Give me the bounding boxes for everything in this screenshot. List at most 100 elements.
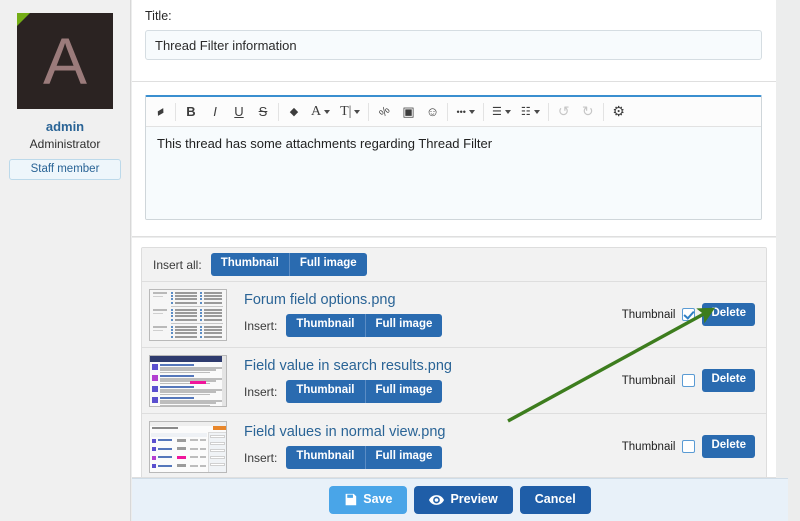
- insert-button-group: ThumbnailFull image: [286, 380, 442, 403]
- insert-label: Insert:: [244, 319, 277, 333]
- attachment-details: Field value in search results.png Insert:…: [227, 358, 622, 403]
- author-username[interactable]: admin: [0, 119, 130, 134]
- avatar[interactable]: A: [17, 13, 113, 109]
- attachment-filename-link[interactable]: Field values in normal view.png: [244, 424, 622, 440]
- insert-thumbnail-button[interactable]: Thumbnail: [286, 380, 364, 403]
- font-family-icon[interactable]: A: [306, 98, 335, 126]
- thumbnail-checkbox-label: Thumbnail: [622, 441, 676, 453]
- chevron-down-icon: [324, 110, 330, 114]
- insert-label: Insert:: [244, 451, 277, 465]
- insert-all-label: Insert all:: [153, 258, 202, 272]
- preview-button-label: Preview: [450, 493, 497, 506]
- toolbar-separator: [603, 103, 604, 121]
- title-panel: Title:: [132, 0, 776, 82]
- delete-attachment-button[interactable]: Delete: [702, 303, 755, 326]
- staff-member-badge: Staff member: [9, 159, 121, 180]
- smiley-icon[interactable]: ☺: [420, 98, 444, 126]
- save-disk-icon: [344, 493, 357, 506]
- toolbar-separator: [278, 103, 279, 121]
- image-icon[interactable]: ▣: [396, 98, 420, 126]
- attachment-details: Forum field options.png Insert: ThumbnailF…: [227, 292, 622, 337]
- gear-icon[interactable]: ⚙: [607, 98, 631, 126]
- attachment-insert-controls: Insert: ThumbnailFull image: [244, 446, 622, 469]
- chevron-down-icon: [534, 110, 540, 114]
- thumbnail-checkbox[interactable]: [682, 440, 695, 453]
- toolbar-separator: [483, 103, 484, 121]
- underline-icon[interactable]: U: [227, 98, 251, 126]
- insert-all-button-group: Thumbnail Full image: [211, 253, 367, 276]
- attachments-list: Insert all: Thumbnail Full image Forum f…: [141, 247, 767, 478]
- chevron-down-icon: [354, 110, 360, 114]
- eye-icon: [429, 494, 444, 506]
- save-button-label: Save: [363, 493, 392, 506]
- strikethrough-icon[interactable]: S: [251, 98, 275, 126]
- font-size-icon[interactable]: T|: [335, 98, 365, 126]
- attachment-actions: ThumbnailDelete: [622, 303, 755, 326]
- thumbnail-checkbox-label: Thumbnail: [622, 375, 676, 387]
- chevron-down-icon: [469, 110, 475, 114]
- title-label: Title:: [145, 9, 762, 23]
- online-status-corner-icon: [17, 13, 30, 26]
- bold-icon[interactable]: B: [179, 98, 203, 126]
- thumbnail-image: [150, 290, 226, 340]
- thumbnail-image: [150, 356, 226, 406]
- attachment-thumbnail-preview[interactable]: [149, 421, 227, 473]
- more-options-icon[interactable]: •••: [451, 98, 479, 126]
- editor-toolbar: ▰BIUS◆AT|%▣☺•••☰☷↺↻⚙: [146, 97, 761, 127]
- insert-thumbnail-button[interactable]: Thumbnail: [286, 446, 364, 469]
- chevron-down-icon: [505, 110, 511, 114]
- attachment-actions: Thumbnail Delete: [622, 435, 755, 458]
- preview-button[interactable]: Preview: [414, 486, 512, 514]
- post-main-column: Title: ▰BIUS◆AT|%▣☺•••☰☷↺↻⚙ This thread …: [132, 0, 788, 521]
- thumbnail-image: [150, 422, 226, 472]
- attachment-insert-controls: Insert: ThumbnailFull image: [244, 380, 622, 403]
- insert-all-full-image-button[interactable]: Full image: [289, 253, 367, 276]
- insert-button-group: ThumbnailFull image: [286, 314, 442, 337]
- insert-full-image-button[interactable]: Full image: [365, 380, 443, 403]
- avatar-letter: A: [17, 13, 113, 109]
- attachments-panel: Insert all: Thumbnail Full image Forum f…: [132, 238, 776, 478]
- link-icon[interactable]: %: [372, 98, 396, 126]
- form-footer: Save Preview Cancel: [132, 478, 788, 521]
- undo-icon: ↺: [552, 98, 576, 126]
- cancel-button-label: Cancel: [535, 493, 576, 506]
- attachment-row: Forum field options.png Insert: ThumbnailF…: [142, 282, 766, 348]
- insert-full-image-button[interactable]: Full image: [365, 314, 443, 337]
- align-icon[interactable]: ☰: [487, 98, 516, 126]
- author-sidebar: A admin Administrator Staff member: [0, 0, 131, 521]
- thumbnail-checkbox[interactable]: [682, 308, 695, 321]
- attachment-thumbnail-preview[interactable]: [149, 355, 227, 407]
- insert-all-thumbnail-button[interactable]: Thumbnail: [211, 253, 289, 276]
- toolbar-separator: [368, 103, 369, 121]
- insert-button-group: ThumbnailFull image: [286, 446, 442, 469]
- delete-attachment-button[interactable]: Delete: [702, 369, 755, 392]
- toolbar-separator: [175, 103, 176, 121]
- cancel-button[interactable]: Cancel: [520, 486, 591, 514]
- insert-full-image-button[interactable]: Full image: [365, 446, 443, 469]
- toolbar-separator: [548, 103, 549, 121]
- scrollbar-gutter[interactable]: [776, 0, 788, 521]
- attachment-filename-link[interactable]: Field value in search results.png: [244, 358, 622, 374]
- toolbar-separator: [447, 103, 448, 121]
- save-button[interactable]: Save: [329, 486, 407, 514]
- editor-panel: ▰BIUS◆AT|%▣☺•••☰☷↺↻⚙ This thread has som…: [132, 82, 776, 237]
- remove-format-icon[interactable]: ▰: [148, 98, 172, 126]
- attachment-details: Field values in normal view.png Insert: Th…: [227, 424, 622, 469]
- insert-label: Insert:: [244, 385, 277, 399]
- attachment-filename-link[interactable]: Forum field options.png: [244, 292, 622, 308]
- editor-content-area[interactable]: This thread has some attachments regardi…: [146, 127, 761, 220]
- delete-attachment-button[interactable]: Delete: [702, 435, 755, 458]
- attachment-insert-controls: Insert: ThumbnailFull image: [244, 314, 622, 337]
- post-editor-screen: A admin Administrator Staff member Title…: [0, 0, 800, 521]
- text-color-drop-icon[interactable]: ◆: [282, 98, 306, 126]
- insert-all-row: Insert all: Thumbnail Full image: [142, 248, 766, 282]
- attachment-actions: Thumbnail Delete: [622, 369, 755, 392]
- thumbnail-checkbox[interactable]: [682, 374, 695, 387]
- insert-thumbnail-button[interactable]: Thumbnail: [286, 314, 364, 337]
- title-input[interactable]: [145, 30, 762, 60]
- attachment-thumbnail-preview[interactable]: [149, 289, 227, 341]
- attachment-row: Field value in search results.png Insert:…: [142, 348, 766, 414]
- author-user-title: Administrator: [0, 137, 130, 151]
- list-icon[interactable]: ☷: [516, 98, 545, 126]
- italic-icon[interactable]: I: [203, 98, 227, 126]
